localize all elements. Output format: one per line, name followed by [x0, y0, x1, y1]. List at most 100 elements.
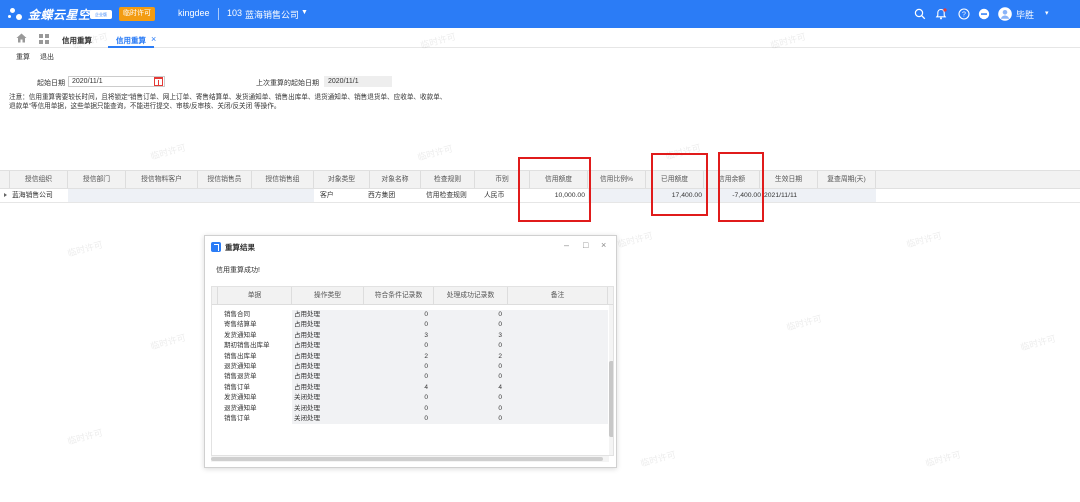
help-icon[interactable]: ? [958, 8, 970, 20]
close-icon[interactable]: × [151, 34, 156, 44]
table-row[interactable]: 销售出库单 占用处理 2 2 [212, 351, 608, 362]
cell-done: 3 [434, 330, 508, 342]
column-header[interactable]: 操作类型 [292, 287, 364, 305]
column-header[interactable]: 检查规则 [421, 171, 475, 188]
svg-text:?: ? [962, 12, 966, 19]
tab-credit-recalc-active[interactable]: 信用重算 [108, 30, 154, 48]
org-name[interactable]: 蓝海销售公司 [245, 8, 299, 21]
maximize-icon[interactable]: □ [583, 240, 588, 250]
table-row[interactable]: 销售退货单 占用处理 0 0 [212, 372, 608, 383]
column-header[interactable]: 对象类型 [314, 171, 370, 188]
close-icon[interactable]: × [601, 240, 606, 250]
cell-done: 0 [434, 310, 508, 321]
grid-corner [0, 171, 10, 188]
cell-matched: 0 [364, 362, 434, 373]
cell-currency[interactable]: 人民币 [484, 189, 504, 202]
cell-object-type[interactable]: 客户 [320, 189, 334, 202]
column-header[interactable]: 备注 [508, 287, 608, 305]
watermark: 临时许可 [66, 427, 104, 447]
app-icon [211, 242, 221, 252]
apps-grid-icon[interactable] [39, 34, 49, 44]
column-header[interactable]: 处理成功记录数 [434, 287, 508, 305]
column-header[interactable]: 对象名称 [370, 171, 421, 188]
column-header[interactable]: 复查周期(天) [818, 171, 876, 188]
bell-icon[interactable] [935, 8, 947, 20]
cell-done: 0 [434, 393, 508, 404]
brand-logo[interactable]: 金蝶云星空 [8, 6, 91, 22]
watermark: 临时许可 [905, 230, 943, 250]
table-row[interactable]: 退货通知单 占用处理 0 0 [212, 362, 608, 373]
success-message: 信用重算成功! [216, 267, 260, 274]
cell-matched: 0 [364, 414, 434, 425]
start-date-field[interactable]: 2020/11/1 [68, 76, 165, 87]
notice-text: 注意：信用重算需要较长时间，且将锁定“销售订单、网上订单、寄售结算单、发货通知单… [9, 94, 447, 110]
chevron-down-icon[interactable]: ▾ [1045, 9, 1049, 17]
cell-matched: 0 [364, 341, 434, 352]
brand-name: 金蝶云星空 [28, 7, 91, 22]
table-row[interactable]: 退货通知单 关闭处理 0 0 [212, 403, 608, 414]
cell-remark [508, 362, 608, 373]
cell-doc: 发货通知单 [224, 394, 257, 402]
cell-object-name[interactable]: 西方集团 [368, 189, 395, 202]
exit-button[interactable]: 退出 [40, 54, 54, 61]
cell-matched: 4 [364, 382, 434, 394]
cell-doc: 发货通知单 [224, 331, 257, 339]
column-header[interactable]: 授信销售组 [252, 171, 314, 188]
table-row[interactable]: 寄售结算单 占用处理 0 0 [212, 320, 608, 331]
cell-org[interactable]: 蓝海销售公司 [12, 189, 53, 202]
version-badge: 企业版 [90, 10, 112, 19]
calendar-icon[interactable] [154, 77, 163, 86]
avatar[interactable] [998, 7, 1012, 21]
last-date-label: 上次重算的起始日期 [256, 80, 319, 87]
watermark: 临时许可 [66, 239, 104, 259]
column-header[interactable]: 单据 [218, 287, 292, 305]
watermark: 临时许可 [1019, 333, 1057, 353]
table-row[interactable]: 发货通知单 关闭处理 0 0 [212, 393, 608, 404]
table-row[interactable]: 销售订单 关闭处理 0 0 [212, 414, 608, 425]
cell-op: 占用处理 [292, 320, 364, 331]
result-grid-header: 单据 操作类型 符合条件记录数 处理成功记录数 备注 [212, 287, 613, 305]
scroll-thumb[interactable] [609, 361, 613, 437]
search-icon[interactable] [914, 8, 926, 20]
dialog-title-text: 重算结果 [225, 242, 255, 252]
column-header[interactable]: 授信销售员 [198, 171, 252, 188]
cell-remark [508, 403, 608, 414]
user-name[interactable]: 毕胜 [1016, 8, 1034, 21]
start-date-label: 起始日期 [37, 80, 65, 87]
cell-op: 占用处理 [292, 362, 364, 373]
minus-circle-icon[interactable] [978, 8, 990, 20]
watermark: 临时许可 [616, 230, 654, 250]
highlight-credit-balance [718, 152, 764, 222]
column-header[interactable]: 生效日期 [760, 171, 818, 188]
last-date-field: 2020/11/1 [324, 76, 392, 87]
column-header[interactable]: 授信物料客户 [126, 171, 198, 188]
cell-done: 0 [434, 414, 508, 425]
scroll-thumb[interactable] [211, 457, 603, 461]
recalc-result-dialog: 重算结果 – □ × 信用重算成功! 单据 操作类型 符合条件记录数 处理成功记… [204, 235, 617, 468]
cell-effective-date[interactable]: 2021/11/11 [764, 189, 797, 202]
table-row[interactable]: 期初销售出库单 占用处理 0 0 [212, 341, 608, 352]
minimize-icon[interactable]: – [564, 240, 569, 250]
horizontal-scrollbar[interactable] [211, 456, 609, 462]
cell-matched: 0 [364, 310, 434, 321]
cell-remark [508, 310, 608, 321]
column-header[interactable]: 符合条件记录数 [364, 287, 434, 305]
watermark: 临时许可 [149, 142, 187, 162]
column-header[interactable]: 授信部门 [68, 171, 126, 188]
cell-doc: 销售订单 [224, 415, 250, 422]
table-row[interactable]: 销售合同 占用处理 0 0 [212, 310, 608, 321]
chevron-down-icon[interactable]: ▼ [301, 9, 308, 16]
home-icon[interactable] [16, 33, 27, 43]
column-header[interactable]: 授信组织 [10, 171, 68, 188]
vertical-scrollbar[interactable] [609, 305, 613, 455]
recalc-button[interactable]: 重算 [16, 54, 30, 61]
row-pointer-icon [4, 193, 7, 197]
dialog-title: 重算结果 [211, 241, 255, 253]
top-bar: 金蝶云星空 企业版 临时许可 kingdee 103 蓝海销售公司 ▼ ? 毕胜… [0, 0, 1080, 28]
table-row[interactable]: 发货通知单 占用处理 3 3 [212, 330, 608, 342]
table-row[interactable]: 销售订单 占用处理 4 4 [212, 382, 608, 394]
column-header[interactable]: 信用比例% [588, 171, 646, 188]
cell-check-rule[interactable]: 信用检查规则 [426, 189, 467, 202]
org-code[interactable]: 103 [227, 8, 242, 18]
license-badge[interactable]: 临时许可 [119, 7, 155, 21]
